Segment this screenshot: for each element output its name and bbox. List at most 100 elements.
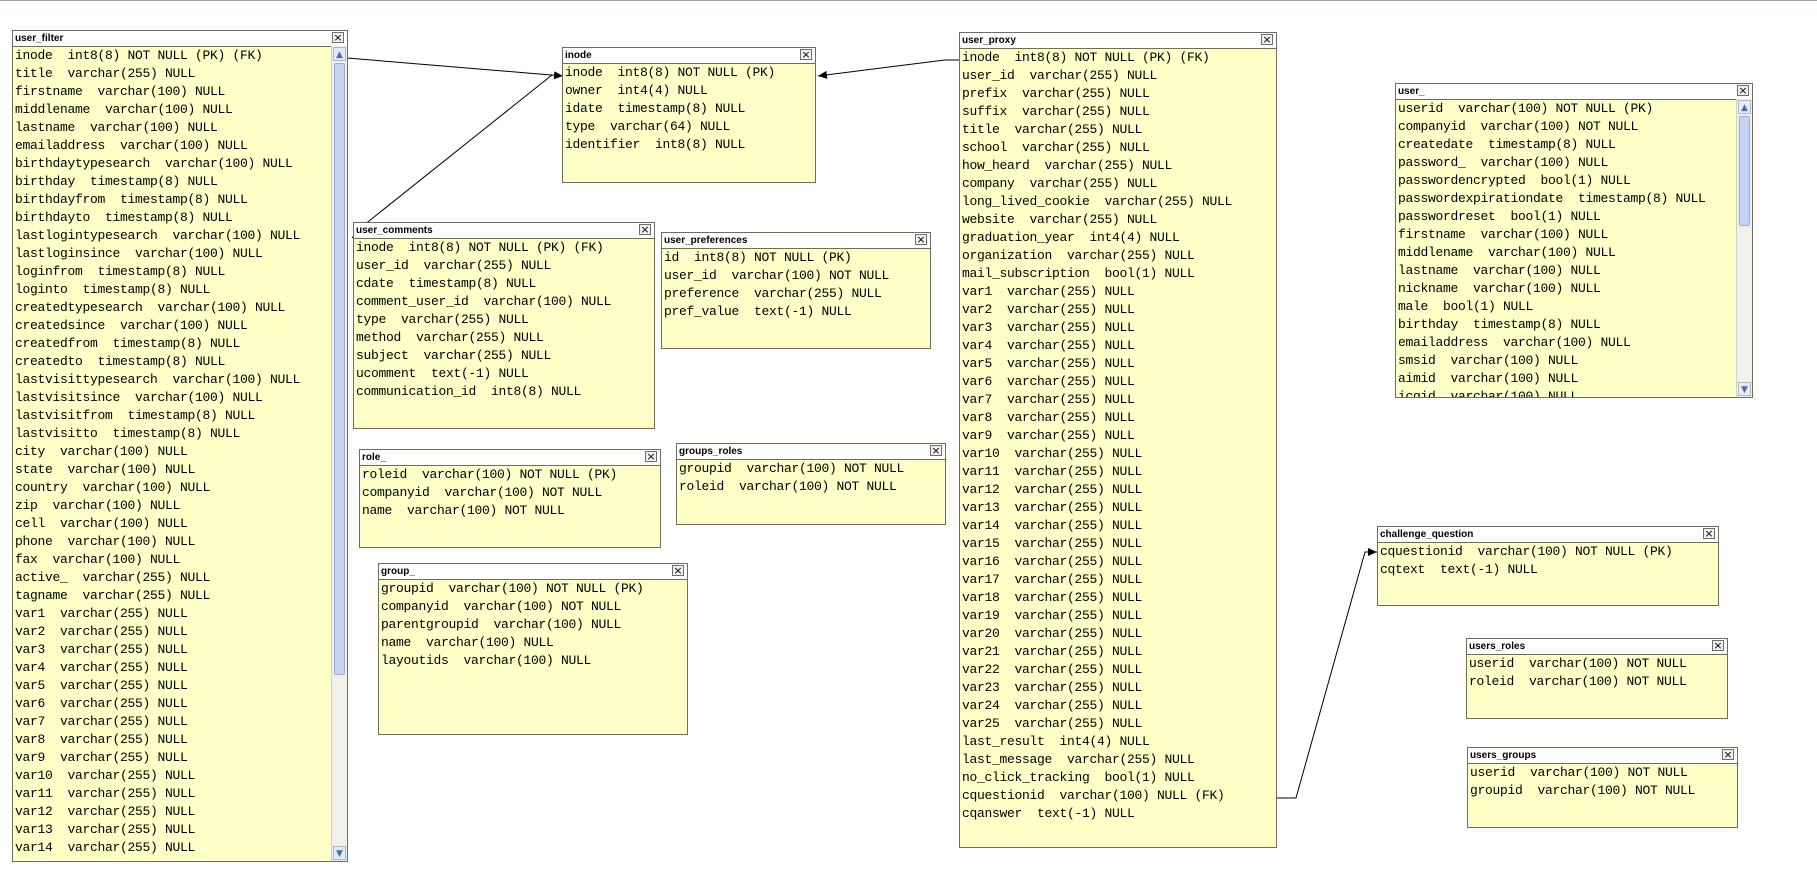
column-row[interactable]: organization varchar(255) NULL: [962, 247, 1276, 265]
scroll-thumb[interactable]: [334, 63, 345, 675]
relation-user-proxy-to-challenge-question[interactable]: [1276, 548, 1377, 799]
column-row[interactable]: zip varchar(100) NULL: [15, 497, 331, 515]
column-row[interactable]: var24 varchar(255) NULL: [962, 697, 1276, 715]
column-row[interactable]: how_heard varchar(255) NULL: [962, 157, 1276, 175]
column-row[interactable]: type varchar(255) NULL: [356, 311, 654, 329]
column-row[interactable]: var16 varchar(255) NULL: [962, 553, 1276, 571]
column-row[interactable]: roleid varchar(100) NOT NULL: [679, 478, 945, 496]
relation-user-proxy-to-inode[interactable]: [817, 59, 959, 79]
column-row[interactable]: user_id varchar(255) NULL: [962, 67, 1276, 85]
column-row[interactable]: var18 varchar(255) NULL: [962, 589, 1276, 607]
column-row[interactable]: middlename varchar(100) NULL: [15, 101, 331, 119]
column-row[interactable]: prefix varchar(255) NULL: [962, 85, 1276, 103]
column-row[interactable]: type varchar(64) NULL: [565, 118, 815, 136]
scroll-up-icon[interactable]: ▲: [333, 47, 346, 61]
column-row[interactable]: createdto timestamp(8) NULL: [15, 353, 331, 371]
column-row[interactable]: lastlogintypesearch varchar(100) NULL: [15, 227, 331, 245]
column-row[interactable]: companyid varchar(100) NOT NULL: [381, 598, 687, 616]
column-row[interactable]: var20 varchar(255) NULL: [962, 625, 1276, 643]
column-row[interactable]: inode int8(8) NOT NULL (PK) (FK): [15, 47, 331, 65]
column-row[interactable]: createdate timestamp(8) NULL: [1398, 136, 1736, 154]
close-icon[interactable]: ×: [1722, 749, 1734, 760]
column-row[interactable]: var4 varchar(255) NULL: [15, 659, 331, 677]
close-icon[interactable]: ×: [1703, 528, 1715, 539]
column-row[interactable]: cqtext text(-1) NULL: [1380, 561, 1718, 579]
column-row[interactable]: suffix varchar(255) NULL: [962, 103, 1276, 121]
column-row[interactable]: inode int8(8) NOT NULL (PK) (FK): [356, 239, 654, 257]
column-row[interactable]: title varchar(255) NULL: [962, 121, 1276, 139]
column-row[interactable]: var3 varchar(255) NULL: [15, 641, 331, 659]
column-row[interactable]: ucomment text(-1) NULL: [356, 365, 654, 383]
column-row[interactable]: cell varchar(100) NULL: [15, 515, 331, 533]
column-row[interactable]: title varchar(255) NULL: [15, 65, 331, 83]
column-row[interactable]: groupid varchar(100) NOT NULL: [679, 460, 945, 478]
close-icon[interactable]: ×: [332, 32, 344, 43]
column-row[interactable]: var1 varchar(255) NULL: [962, 283, 1276, 301]
column-row[interactable]: firstname varchar(100) NULL: [15, 83, 331, 101]
column-row[interactable]: birthday timestamp(8) NULL: [1398, 316, 1736, 334]
close-icon[interactable]: ×: [915, 234, 927, 245]
column-row[interactable]: var12 varchar(255) NULL: [15, 803, 331, 821]
column-row[interactable]: identifier int8(8) NULL: [565, 136, 815, 154]
column-row[interactable]: birthday timestamp(8) NULL: [15, 173, 331, 191]
column-row[interactable]: var11 varchar(255) NULL: [962, 463, 1276, 481]
column-row[interactable]: comment_user_id varchar(100) NULL: [356, 293, 654, 311]
table-groups-roles[interactable]: groups_roles × groupid varchar(100) NOT …: [676, 443, 946, 525]
column-row[interactable]: parentgroupid varchar(100) NULL: [381, 616, 687, 634]
column-row[interactable]: mail_subscription bool(1) NULL: [962, 265, 1276, 283]
column-row[interactable]: userid varchar(100) NOT NULL (PK): [1398, 100, 1736, 118]
close-icon[interactable]: ×: [645, 451, 657, 462]
column-row[interactable]: var11 varchar(255) NULL: [15, 785, 331, 803]
column-row[interactable]: cqanswer text(-1) NULL: [962, 805, 1276, 823]
column-row[interactable]: tagname varchar(255) NULL: [15, 587, 331, 605]
close-icon[interactable]: ×: [800, 49, 812, 60]
column-row[interactable]: var17 varchar(255) NULL: [962, 571, 1276, 589]
table-inode[interactable]: inode × inode int8(8) NOT NULL (PK) owner…: [562, 47, 816, 183]
column-row[interactable]: groupid varchar(100) NOT NULL: [1470, 782, 1737, 800]
column-row[interactable]: createdsince varchar(100) NULL: [15, 317, 331, 335]
table-user-filter[interactable]: user_filter × inode int8(8) NOT NULL (PK…: [12, 30, 348, 862]
close-icon[interactable]: ×: [1737, 85, 1749, 96]
column-row[interactable]: name varchar(100) NOT NULL: [362, 502, 660, 520]
scroll-thumb[interactable]: [1739, 116, 1750, 226]
column-row[interactable]: var6 varchar(255) NULL: [962, 373, 1276, 391]
column-row[interactable]: var21 varchar(255) NULL: [962, 643, 1276, 661]
column-row[interactable]: lastname varchar(100) NULL: [1398, 262, 1736, 280]
scroll-up-icon[interactable]: ▲: [1738, 100, 1751, 114]
column-row[interactable]: companyid varchar(100) NOT NULL: [1398, 118, 1736, 136]
column-row[interactable]: nickname varchar(100) NULL: [1398, 280, 1736, 298]
column-row[interactable]: name varchar(100) NULL: [381, 634, 687, 652]
table-role[interactable]: role_ × roleid varchar(100) NOT NULL (PK…: [359, 449, 661, 548]
table-users-groups[interactable]: users_groups × userid varchar(100) NOT N…: [1467, 747, 1738, 828]
column-row[interactable]: var2 varchar(255) NULL: [15, 623, 331, 641]
column-row[interactable]: var8 varchar(255) NULL: [962, 409, 1276, 427]
column-row[interactable]: var8 varchar(255) NULL: [15, 731, 331, 749]
column-row[interactable]: phone varchar(100) NULL: [15, 533, 331, 551]
column-row[interactable]: user_id varchar(100) NOT NULL: [664, 267, 930, 285]
column-row[interactable]: inode int8(8) NOT NULL (PK) (FK): [962, 49, 1276, 67]
column-row[interactable]: subject varchar(255) NULL: [356, 347, 654, 365]
column-row[interactable]: var22 varchar(255) NULL: [962, 661, 1276, 679]
column-row[interactable]: lastvisitsince varchar(100) NULL: [15, 389, 331, 407]
scroll-down-icon[interactable]: ▼: [1738, 382, 1751, 396]
column-row[interactable]: var6 varchar(255) NULL: [15, 695, 331, 713]
column-row[interactable]: var7 varchar(255) NULL: [962, 391, 1276, 409]
column-row[interactable]: cquestionid varchar(100) NOT NULL (PK): [1380, 543, 1718, 561]
column-row[interactable]: long_lived_cookie varchar(255) NULL: [962, 193, 1276, 211]
scroll-down-icon[interactable]: ▼: [333, 846, 346, 860]
column-row[interactable]: userid varchar(100) NOT NULL: [1470, 764, 1737, 782]
column-row[interactable]: pref_value text(-1) NULL: [664, 303, 930, 321]
column-row[interactable]: var19 varchar(255) NULL: [962, 607, 1276, 625]
column-row[interactable]: emailaddress varchar(100) NULL: [15, 137, 331, 155]
column-row[interactable]: emailaddress varchar(100) NULL: [1398, 334, 1736, 352]
column-row[interactable]: lastloginsince varchar(100) NULL: [15, 245, 331, 263]
vertical-scrollbar[interactable]: ▲ ▼: [331, 46, 347, 861]
column-row[interactable]: lastname varchar(100) NULL: [15, 119, 331, 137]
column-row[interactable]: passwordexpirationdate timestamp(8) NULL: [1398, 190, 1736, 208]
column-row[interactable]: birthdaytypesearch varchar(100) NULL: [15, 155, 331, 173]
column-row[interactable]: var15 varchar(255) NULL: [962, 535, 1276, 553]
column-row[interactable]: city varchar(100) NULL: [15, 443, 331, 461]
column-row[interactable]: birthdayfrom timestamp(8) NULL: [15, 191, 331, 209]
table-user[interactable]: user_ × userid varchar(100) NOT NULL (PK…: [1395, 83, 1753, 398]
column-row[interactable]: firstname varchar(100) NULL: [1398, 226, 1736, 244]
